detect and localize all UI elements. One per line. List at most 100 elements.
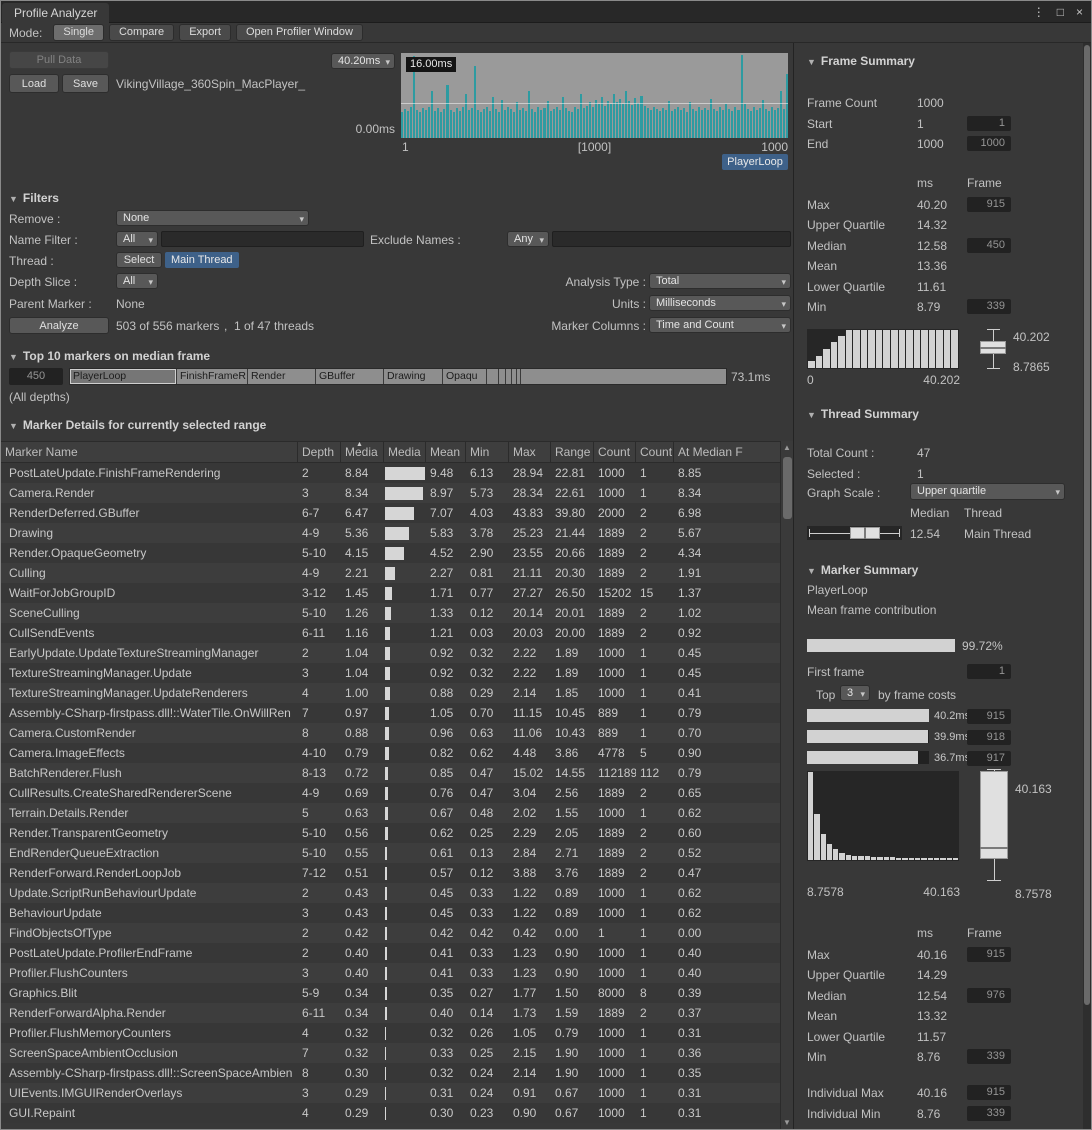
depth-slice-dropdown[interactable]: All▾ (116, 273, 158, 289)
scroll-up-icon[interactable]: ▲ (781, 443, 793, 452)
thread-select-button[interactable]: Select (116, 252, 162, 268)
top10-segment[interactable]: PlayerLoop (70, 369, 177, 384)
top10-section-header[interactable]: ▼Top 10 markers on median frame (9, 349, 210, 363)
top10-segment[interactable] (521, 369, 727, 384)
frame-summary-header[interactable]: ▼Frame Summary (807, 54, 915, 68)
top10-bar[interactable]: PlayerLoopFinishFrameRRenderGBufferDrawi… (69, 368, 727, 385)
exclude-mode-dropdown[interactable]: Any▾ (507, 231, 549, 247)
top10-segment[interactable] (487, 369, 499, 384)
frame-badge[interactable]: 915 (967, 709, 1011, 724)
table-row[interactable]: PostLateUpdate.FinishFrameRendering28.84… (1, 463, 780, 483)
filters-section-header[interactable]: ▼Filters (9, 191, 59, 205)
column-header[interactable]: Count Fra (636, 442, 674, 462)
column-header[interactable]: Range (551, 442, 594, 462)
table-row[interactable]: Update.ScriptRunBehaviourUpdate20.430.45… (1, 883, 780, 903)
table-row[interactable]: ScreenSpaceAmbientOcclusion70.320.330.25… (1, 1043, 780, 1063)
table-row[interactable]: Assembly-CSharp-firstpass.dll!::WaterTil… (1, 703, 780, 723)
chart-scale-dropdown[interactable]: 40.20ms▾ (331, 53, 395, 69)
maximize-icon[interactable]: □ (1057, 5, 1064, 19)
frame-badge[interactable]: 339 (967, 1049, 1011, 1064)
table-row[interactable]: Camera.ImageEffects4-100.790.820.624.483… (1, 743, 780, 763)
table-row[interactable]: EndRenderQueueExtraction5-100.550.610.13… (1, 843, 780, 863)
thread-name-value[interactable]: Main Thread (964, 527, 1031, 541)
frame-badge[interactable]: 918 (967, 730, 1011, 745)
top10-segment[interactable]: Opaqu (443, 369, 487, 384)
open-profiler-window-button[interactable]: Open Profiler Window (236, 24, 363, 41)
column-header[interactable]: Mean (426, 442, 466, 462)
table-row[interactable]: BatchRenderer.Flush8-130.720.850.4715.02… (1, 763, 780, 783)
table-row[interactable]: SceneCulling5-101.261.330.1220.1420.0118… (1, 603, 780, 623)
column-header[interactable]: Media (384, 442, 426, 462)
table-row[interactable]: PostLateUpdate.ProfilerEndFrame20.400.41… (1, 943, 780, 963)
close-icon[interactable]: × (1076, 5, 1083, 19)
table-row[interactable]: TextureStreamingManager.UpdateRenderers4… (1, 683, 780, 703)
table-row[interactable]: CullResults.CreateSharedRendererScene4-9… (1, 783, 780, 803)
pull-data-button[interactable]: Pull Data (9, 51, 109, 69)
frame-badge[interactable]: 339 (967, 299, 1011, 314)
top10-segment[interactable]: Render (248, 369, 316, 384)
table-row[interactable]: RenderForwardAlpha.Render6-110.340.400.1… (1, 1003, 780, 1023)
table-row[interactable]: BehaviourUpdate30.430.450.331.220.891000… (1, 903, 780, 923)
frame-badge[interactable]: 976 (967, 988, 1011, 1003)
table-row[interactable]: WaitForJobGroupID3-121.451.710.7727.2726… (1, 583, 780, 603)
name-filter-input[interactable] (161, 231, 364, 247)
table-row[interactable]: EarlyUpdate.UpdateTextureStreamingManage… (1, 643, 780, 663)
units-dropdown[interactable]: Milliseconds▾ (649, 295, 791, 311)
column-header[interactable]: At Median F (674, 442, 780, 462)
table-row[interactable]: FindObjectsOfType20.420.420.420.420.0011… (1, 923, 780, 943)
table-row[interactable]: TextureStreamingManager.Update31.040.920… (1, 663, 780, 683)
frame-badge[interactable]: 917 (967, 751, 1011, 766)
table-row[interactable]: RenderForward.RenderLoopJob7-120.510.570… (1, 863, 780, 883)
window-menu-icon[interactable]: ⋮ (1033, 5, 1045, 19)
top-n-dropdown[interactable]: 3▾ (840, 685, 870, 701)
frame-badge[interactable]: 915 (967, 1085, 1011, 1100)
table-row[interactable]: GUI.Repaint40.290.300.230.900.67100010.3… (1, 1103, 780, 1123)
export-button[interactable]: Export (179, 24, 231, 41)
table-row[interactable]: RenderDeferred.GBuffer6-76.477.074.0343.… (1, 503, 780, 523)
frame-badge[interactable]: 915 (967, 947, 1011, 962)
remove-dropdown[interactable]: None▾ (116, 210, 309, 226)
analysis-type-dropdown[interactable]: Total▾ (649, 273, 791, 289)
table-scrollbar[interactable]: ▲ ▼ (780, 441, 793, 1129)
table-row[interactable]: Culling4-92.212.270.8121.1120.30188921.9… (1, 563, 780, 583)
analyze-button[interactable]: Analyze (9, 317, 109, 334)
load-button[interactable]: Load (9, 74, 59, 93)
scroll-down-icon[interactable]: ▼ (781, 1118, 793, 1127)
name-filter-mode-dropdown[interactable]: All▾ (116, 231, 158, 247)
mode-single-button[interactable]: Single (53, 24, 104, 41)
marker-columns-dropdown[interactable]: Time and Count▾ (649, 317, 791, 333)
tab-profile-analyzer[interactable]: Profile Analyzer (2, 3, 109, 23)
table-row[interactable]: Profiler.FlushCounters30.400.410.331.230… (1, 963, 780, 983)
table-row[interactable]: Render.OpaqueGeometry5-104.154.522.9023.… (1, 543, 780, 563)
table-row[interactable]: Graphics.Blit5-90.340.350.271.771.508000… (1, 983, 780, 1003)
column-header[interactable]: Marker Name (1, 442, 298, 462)
frame-time-chart[interactable]: 16.00ms (401, 53, 788, 138)
table-row[interactable]: Drawing4-95.365.833.7825.2321.44188925.6… (1, 523, 780, 543)
thread-summary-header[interactable]: ▼Thread Summary (807, 407, 919, 421)
column-header[interactable]: Media▲ (341, 442, 384, 462)
frame-badge[interactable]: 450 (967, 238, 1011, 253)
frame-badge[interactable]: 1 (967, 664, 1011, 679)
marker-details-section-header[interactable]: ▼Marker Details for currently selected r… (9, 418, 266, 432)
panel-scrollbar[interactable] (1083, 43, 1091, 1129)
column-header[interactable]: Min (466, 442, 509, 462)
table-row[interactable]: Assembly-CSharp-firstpass.dll!::ScreenSp… (1, 1063, 780, 1083)
column-header[interactable]: Depth (298, 442, 341, 462)
frame-badge[interactable]: 1 (967, 116, 1011, 131)
frame-badge[interactable]: 1000 (967, 136, 1011, 151)
top10-segment[interactable]: GBuffer (316, 369, 384, 384)
graph-scale-dropdown[interactable]: Upper quartile▾ (910, 483, 1065, 500)
table-row[interactable]: CullSendEvents6-111.161.210.0320.0320.00… (1, 623, 780, 643)
table-row[interactable]: Render.TransparentGeometry5-100.560.620.… (1, 823, 780, 843)
top10-segment[interactable] (499, 369, 506, 384)
top10-segment[interactable]: Drawing (384, 369, 443, 384)
frame-badge[interactable]: 339 (967, 1106, 1011, 1121)
frame-badge[interactable]: 915 (967, 197, 1011, 212)
exclude-names-input[interactable] (552, 231, 791, 247)
median-frame-badge[interactable]: 450 (9, 368, 63, 385)
column-header[interactable]: Max (509, 442, 551, 462)
column-header[interactable]: Count (594, 442, 636, 462)
table-row[interactable]: Camera.Render38.348.975.7328.3422.611000… (1, 483, 780, 503)
mode-compare-button[interactable]: Compare (109, 24, 174, 41)
thread-value-chip[interactable]: Main Thread (165, 252, 239, 268)
